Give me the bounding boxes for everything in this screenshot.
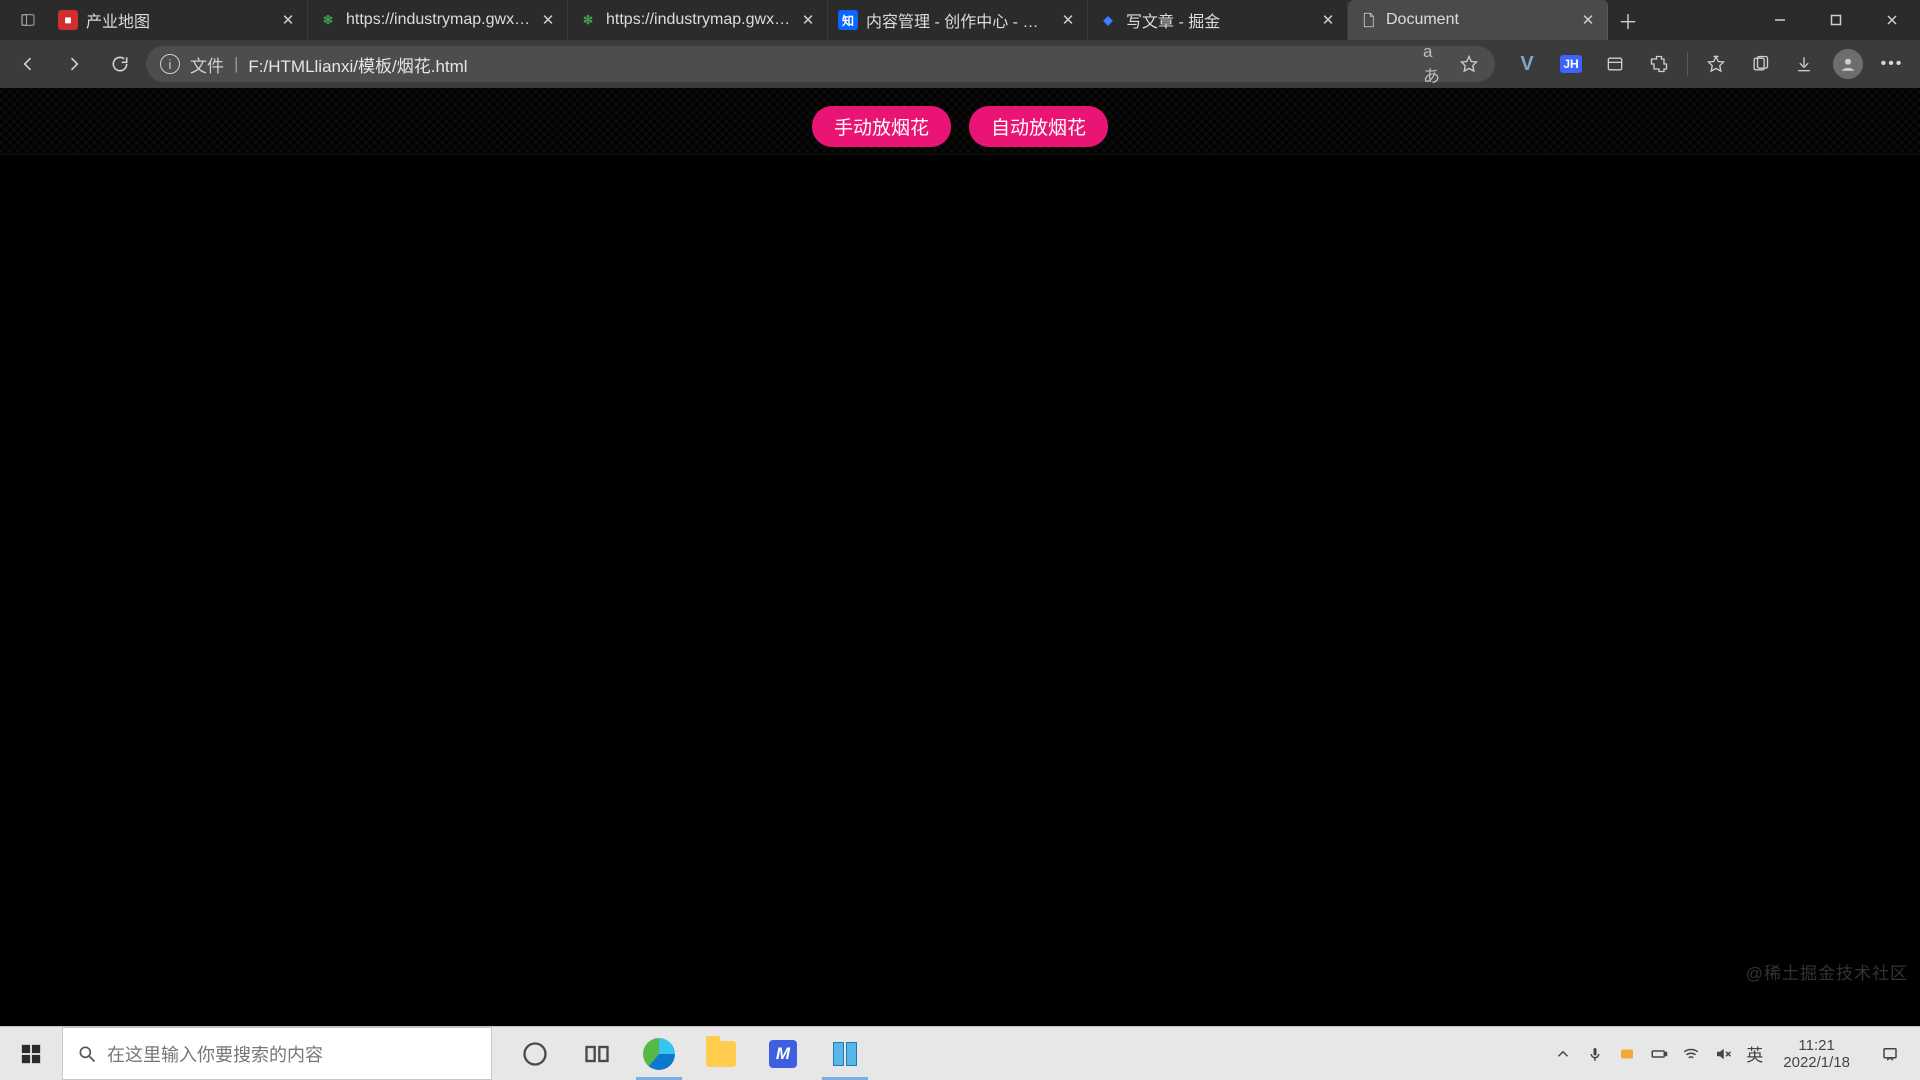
close-icon[interactable]: ✕: [1059, 11, 1077, 29]
system-tray: 英 11:21 2022/1/18: [1544, 1027, 1920, 1080]
tab-zhihu[interactable]: 知 内容管理 - 创作中心 - 知乎 ✕: [828, 0, 1088, 40]
taskbar: 在这里输入你要搜索的内容 M 英 11:21 2022/1/18: [0, 1026, 1920, 1080]
auto-fireworks-button[interactable]: 自动放烟花: [969, 106, 1108, 147]
tab-document[interactable]: Document ✕: [1348, 0, 1608, 40]
window-twin-icon: [833, 1042, 857, 1066]
extension-vue-icon[interactable]: V: [1507, 46, 1547, 82]
canvas-area[interactable]: [0, 154, 1920, 1026]
window-controls: [1752, 0, 1920, 40]
downloads-button[interactable]: [1784, 46, 1824, 82]
favorite-icon[interactable]: [1457, 52, 1481, 76]
favicon-leaf-icon: ❇: [318, 10, 338, 30]
tab-title: https://industrymap.gwxll.c: [606, 11, 791, 29]
forward-button[interactable]: [54, 46, 94, 82]
addr-separator: |: [234, 54, 238, 74]
close-icon[interactable]: ✕: [799, 11, 817, 29]
extensions-button[interactable]: [1639, 46, 1679, 82]
task-explorer[interactable]: [690, 1027, 752, 1080]
task-app-m[interactable]: M: [752, 1027, 814, 1080]
page-viewport: 手动放烟花 自动放烟花 @稀土掘金技术社区: [0, 88, 1920, 1026]
task-window[interactable]: [814, 1027, 876, 1080]
tab-title: Document: [1386, 11, 1571, 29]
tray-mic-icon[interactable]: [1586, 1045, 1604, 1063]
tray-volume-mute-icon[interactable]: [1714, 1045, 1732, 1063]
more-button[interactable]: •••: [1872, 46, 1912, 82]
favicon-leaf-icon: ❇: [578, 10, 598, 30]
tab-title: 产业地图: [86, 8, 271, 32]
url-text: F:/HTMLlianxi/模板/烟花.html: [248, 52, 1413, 77]
back-button[interactable]: [8, 46, 48, 82]
tab-actions-icon[interactable]: [8, 0, 48, 40]
browser-toolbar: i 文件 | F:/HTMLlianxi/模板/烟花.html aあ V JH: [0, 40, 1920, 88]
maximize-button[interactable]: [1808, 0, 1864, 40]
task-cortana[interactable]: [504, 1027, 566, 1080]
favicon-red-icon: ■: [58, 10, 78, 30]
start-button[interactable]: [0, 1027, 62, 1080]
favorites-button[interactable]: [1696, 46, 1736, 82]
extensions-row: V JH •••: [1507, 46, 1912, 82]
tab-title: 内容管理 - 创作中心 - 知乎: [866, 8, 1051, 32]
address-bar[interactable]: i 文件 | F:/HTMLlianxi/模板/烟花.html aあ: [146, 46, 1495, 82]
avatar-icon: [1833, 49, 1863, 79]
extension-jh-icon[interactable]: JH: [1551, 46, 1591, 82]
manual-fireworks-button[interactable]: 手动放烟花: [812, 106, 951, 147]
tray-notifications-icon[interactable]: [1870, 1045, 1910, 1063]
watermark: @稀土掘金技术社区: [1746, 959, 1908, 984]
favicon-document-icon: [1358, 10, 1378, 30]
search-icon: [77, 1044, 97, 1064]
collections-button[interactable]: [1740, 46, 1780, 82]
tab-title: https://industrymap.gwxll.c: [346, 11, 531, 29]
translate-icon[interactable]: aあ: [1423, 52, 1447, 76]
tab-industry-map[interactable]: ■ 产业地图 ✕: [48, 0, 308, 40]
app-m-icon: M: [769, 1040, 797, 1068]
tray-chevron-up-icon[interactable]: [1554, 1045, 1572, 1063]
minimize-button[interactable]: [1752, 0, 1808, 40]
taskbar-search[interactable]: 在这里输入你要搜索的内容: [62, 1027, 492, 1080]
tray-battery-icon[interactable]: [1650, 1045, 1668, 1063]
favicon-juejin-icon: ◆: [1098, 10, 1118, 30]
favicon-zhihu-icon: 知: [838, 10, 858, 30]
task-taskview[interactable]: [566, 1027, 628, 1080]
tray-time: 11:21: [1783, 1037, 1850, 1054]
site-info-icon[interactable]: i: [160, 54, 180, 74]
search-placeholder: 在这里输入你要搜索的内容: [107, 1041, 323, 1067]
refresh-button[interactable]: [100, 46, 140, 82]
tab-juejin[interactable]: ◆ 写文章 - 掘金 ✕: [1088, 0, 1348, 40]
protocol-label: 文件: [190, 52, 224, 77]
new-tab-button[interactable]: ＋: [1608, 0, 1648, 40]
tray-wifi-icon[interactable]: [1682, 1045, 1700, 1063]
task-edge[interactable]: [628, 1027, 690, 1080]
fireworks-controls: 手动放烟花 自动放烟花: [0, 106, 1920, 147]
close-icon[interactable]: ✕: [1579, 11, 1597, 29]
tab-strip: ■ 产业地图 ✕ ❇ https://industrymap.gwxll.c ✕…: [0, 0, 1920, 40]
tab-title: 写文章 - 掘金: [1126, 8, 1311, 32]
close-icon[interactable]: ✕: [539, 11, 557, 29]
tray-datetime[interactable]: 11:21 2022/1/18: [1777, 1037, 1856, 1071]
edge-icon: [643, 1038, 675, 1070]
tray-date: 2022/1/18: [1783, 1054, 1850, 1071]
tray-ime[interactable]: 英: [1746, 1041, 1763, 1066]
profile-button[interactable]: [1828, 46, 1868, 82]
tab-industrymap-1[interactable]: ❇ https://industrymap.gwxll.c ✕: [308, 0, 568, 40]
close-icon[interactable]: ✕: [1319, 11, 1337, 29]
tab-industrymap-2[interactable]: ❇ https://industrymap.gwxll.c ✕: [568, 0, 828, 40]
close-window-button[interactable]: [1864, 0, 1920, 40]
toolbar-divider: [1687, 52, 1688, 76]
tray-antivirus-icon[interactable]: [1618, 1045, 1636, 1063]
close-icon[interactable]: ✕: [279, 11, 297, 29]
extension-read-icon[interactable]: [1595, 46, 1635, 82]
folder-icon: [706, 1041, 736, 1067]
